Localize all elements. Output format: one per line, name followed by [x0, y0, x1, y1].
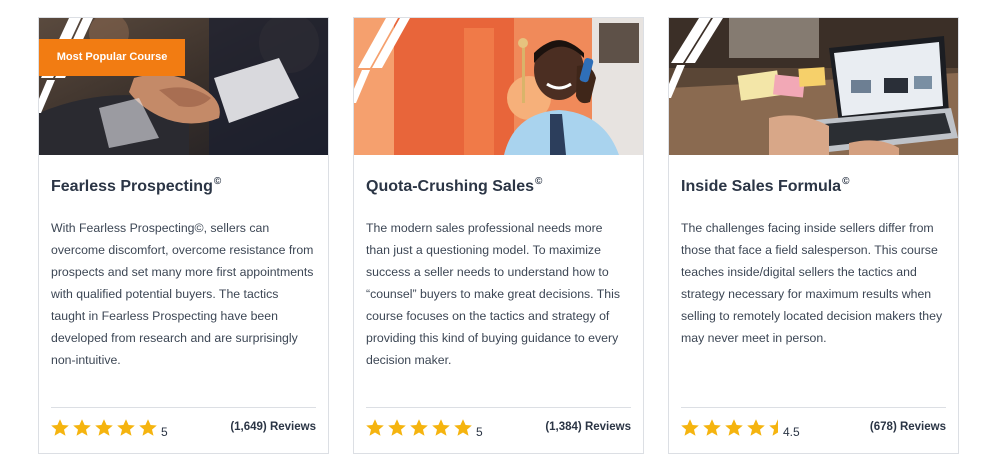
copyright-mark: ©	[535, 176, 543, 187]
course-description: The modern sales professional needs more…	[366, 221, 621, 367]
star-icon	[746, 418, 766, 438]
course-title-text[interactable]: Fearless Prospecting	[51, 178, 213, 195]
rating-score: 5	[161, 425, 168, 439]
course-title[interactable]: Inside Sales Formula©	[681, 176, 948, 196]
star-icon	[116, 418, 136, 438]
rating-score: 5	[476, 425, 483, 439]
star-icon	[724, 418, 744, 438]
star-icon	[680, 418, 700, 438]
course-title-text[interactable]: Quota-Crushing Sales	[366, 178, 534, 195]
course-title[interactable]: Fearless Prospecting©	[51, 176, 318, 196]
star-icon	[409, 418, 429, 438]
star-icon	[138, 418, 158, 438]
rating-score: 4.5	[783, 425, 800, 439]
handshake-photo[interactable]: Most Popular Course	[39, 18, 328, 155]
star-icon	[72, 418, 92, 438]
star-rating	[365, 418, 473, 438]
star-icon	[94, 418, 114, 438]
copyright-mark: ©	[213, 176, 222, 187]
divider	[366, 407, 631, 408]
course-card-quota-crushing-sales[interactable]: Quota-Crushing Sales© The modern sales p…	[353, 17, 644, 454]
star-icon	[50, 418, 70, 438]
most-popular-badge: Most Popular Course	[39, 39, 185, 76]
reviews-link[interactable]: (1,649) Reviews	[230, 421, 316, 433]
course-card-inside-sales-formula[interactable]: Inside Sales Formula© The challenges fac…	[668, 17, 959, 454]
phone-call-photo[interactable]	[354, 18, 643, 155]
copyright-mark: ©	[842, 176, 850, 187]
star-rating	[50, 418, 158, 438]
star-icon	[387, 418, 407, 438]
course-description: With Fearless Prospecting©, sellers can …	[51, 221, 314, 367]
star-icon	[431, 418, 451, 438]
course-description: The challenges facing inside sellers dif…	[681, 221, 943, 345]
star-icon	[365, 418, 385, 438]
course-title[interactable]: Quota-Crushing Sales©	[366, 176, 633, 196]
course-card-fearless-prospecting[interactable]: Most Popular Course Fearless Prospecting…	[38, 17, 329, 454]
course-title-text[interactable]: Inside Sales Formula	[681, 178, 841, 195]
divider	[51, 407, 316, 408]
laptop-photo[interactable]	[669, 18, 958, 155]
star-rating	[680, 418, 788, 438]
star-icon	[453, 418, 473, 438]
star-icon	[702, 418, 722, 438]
divider	[681, 407, 946, 408]
reviews-link[interactable]: (678) Reviews	[870, 421, 946, 433]
reviews-link[interactable]: (1,384) Reviews	[545, 421, 631, 433]
